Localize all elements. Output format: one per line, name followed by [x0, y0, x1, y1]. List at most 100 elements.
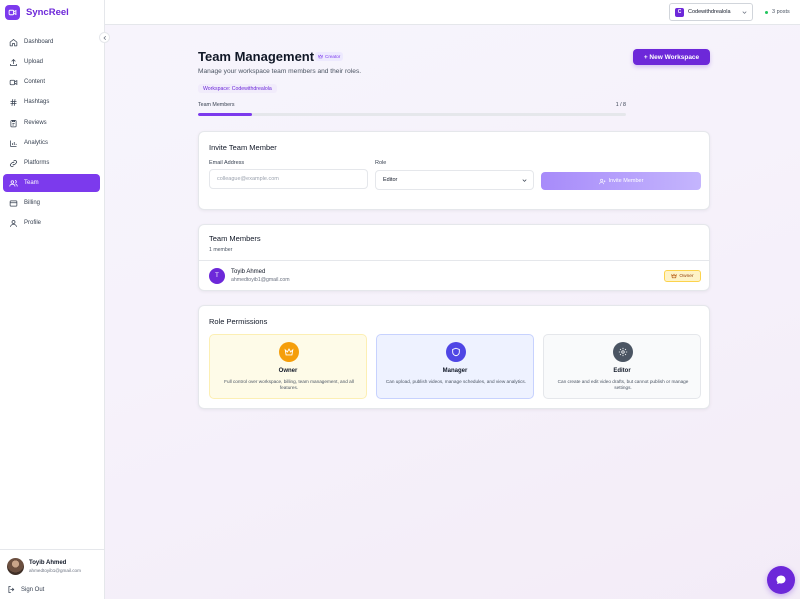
sidebar-item-team[interactable]: Team [3, 174, 100, 192]
link-icon [10, 159, 17, 167]
sidebar-item-label: Content [24, 79, 46, 85]
new-workspace-button[interactable]: + New Workspace [633, 49, 710, 65]
bar-chart-icon [10, 140, 17, 147]
email-field[interactable]: colleague@example.com [209, 169, 368, 189]
page-subtitle: Manage your workspace team members and t… [198, 68, 362, 75]
sidebar-item-label: Hashtags [24, 99, 50, 105]
workspace-name: Codewithdrealola [688, 9, 731, 15]
topbar: C Codewithdrealola 3 posts [105, 0, 800, 25]
permission-description: Can create and edit video drafts, but ca… [557, 379, 689, 391]
permission-title: Manager [442, 368, 468, 374]
members-card: Team Members 1 member T Toyib Ahmed ahme… [198, 224, 710, 291]
sidebar-item-label: Upload [24, 59, 44, 65]
sidebar-item-label: Billing [24, 200, 41, 206]
permission-editor: Editor Can create and edit video drafts,… [543, 334, 701, 399]
sidebar-item-dashboard[interactable]: Dashboard [3, 33, 100, 51]
permissions-card: Role Permissions Owner Full control over… [198, 305, 710, 409]
email-label: Email Address [209, 160, 245, 166]
invite-card: Invite Team Member Email Address colleag… [198, 131, 710, 210]
sidebar-item-reviews[interactable]: Reviews [3, 114, 100, 132]
hash-icon [10, 98, 17, 106]
sidebar-item-label: Dashboard [24, 39, 54, 45]
sidebar-item-upload[interactable]: Upload [3, 53, 100, 71]
crown-icon [671, 273, 678, 279]
chat-bubble-icon [776, 575, 786, 584]
sidebar-item-analytics[interactable]: Analytics [3, 134, 100, 152]
gear-icon [618, 347, 628, 357]
member-name: Toyib Ahmed [231, 269, 266, 275]
sidebar-item-label: Team [24, 180, 39, 186]
member-count: 1 member [209, 247, 233, 253]
invite-title: Invite Team Member [209, 143, 277, 152]
crown-icon [318, 54, 323, 59]
chevron-down-icon [742, 11, 747, 14]
sidebar-item-label: Reviews [24, 120, 47, 126]
status-dot [765, 10, 768, 14]
users-icon [9, 179, 18, 187]
crown-icon [284, 348, 294, 356]
sidebar-item-label: Profile [24, 220, 42, 226]
sidebar-item-platforms[interactable]: Platforms [3, 154, 100, 172]
plan-badge: Creator [315, 52, 344, 61]
permission-title: Editor [613, 368, 631, 374]
members-progress-bar [198, 113, 626, 116]
members-usage-count: 1 / 8 [615, 102, 626, 108]
permissions-title: Role Permissions [209, 317, 268, 326]
upload-icon [10, 58, 17, 66]
permission-description: Full control over workspace, billing, te… [224, 379, 354, 391]
role-badge: Owner [664, 270, 701, 282]
chevron-left-icon [102, 35, 106, 40]
plan-badge-label: Creator [325, 54, 341, 59]
home-icon [9, 38, 18, 46]
role-badge-label: Owner [679, 273, 694, 279]
posts-count: 3 posts [772, 9, 790, 15]
members-title: Team Members [209, 234, 261, 243]
members-usage-label: Team Members [198, 102, 235, 108]
invite-member-button[interactable]: Invite Member [541, 172, 701, 190]
sidebar-item-content[interactable]: Content [3, 73, 100, 91]
member-email: ahmedtoyib1@gmail.com [231, 277, 290, 283]
sign-out-icon [8, 586, 15, 593]
brand[interactable]: SyncReel [5, 4, 69, 20]
divider [0, 549, 105, 550]
permission-owner: Owner Full control over workspace, billi… [209, 334, 367, 399]
workspace-initial: C [675, 7, 684, 17]
sign-out-button[interactable]: Sign Out [7, 585, 44, 594]
shield-icon [452, 347, 460, 357]
members-progress-fill [198, 113, 252, 116]
chat-button[interactable] [767, 566, 795, 594]
sidebar-item-billing[interactable]: Billing [3, 194, 100, 212]
avatar [7, 558, 24, 575]
video-camera-icon [5, 4, 20, 20]
role-label: Role [375, 160, 387, 166]
email-placeholder: colleague@example.com [217, 176, 279, 182]
perm-icon-wrap [613, 342, 633, 362]
posts-indicator: 3 posts [765, 9, 790, 15]
user-icon [10, 219, 17, 227]
sidebar-item-label: Analytics [24, 140, 49, 146]
sidebar-item-profile[interactable]: Profile [3, 214, 100, 232]
video-icon [9, 79, 18, 85]
sidebar-item-hashtags[interactable]: Hashtags [3, 93, 100, 111]
divider [199, 260, 709, 261]
sign-out-label: Sign Out [21, 586, 45, 593]
credit-card-icon [9, 200, 18, 206]
user-plus-icon [598, 178, 605, 184]
workspace-switcher[interactable]: C Codewithdrealola [669, 3, 753, 21]
workspace-chip: Workspace: Codewithdrealola [198, 84, 277, 93]
brand-name: SyncReel [26, 6, 69, 18]
role-select[interactable]: Editor [375, 170, 534, 190]
permission-manager: Manager Can upload, publish videos, mana… [376, 334, 534, 399]
chevron-down-icon [522, 179, 527, 182]
sidebar-user-name: Toyib Ahmed [29, 560, 67, 566]
permission-title: Owner [278, 368, 298, 374]
clipboard-icon [10, 119, 17, 127]
sidebar-item-label: Platforms [24, 160, 50, 166]
perm-icon-wrap [446, 342, 466, 362]
perm-icon-wrap [279, 342, 299, 362]
page-title: Team Management [198, 49, 315, 64]
role-select-value: Editor [383, 177, 398, 183]
invite-member-label: Invite Member [608, 178, 644, 184]
permission-description: Can upload, publish videos, manage sched… [385, 379, 527, 384]
collapse-sidebar-button[interactable] [99, 32, 110, 43]
